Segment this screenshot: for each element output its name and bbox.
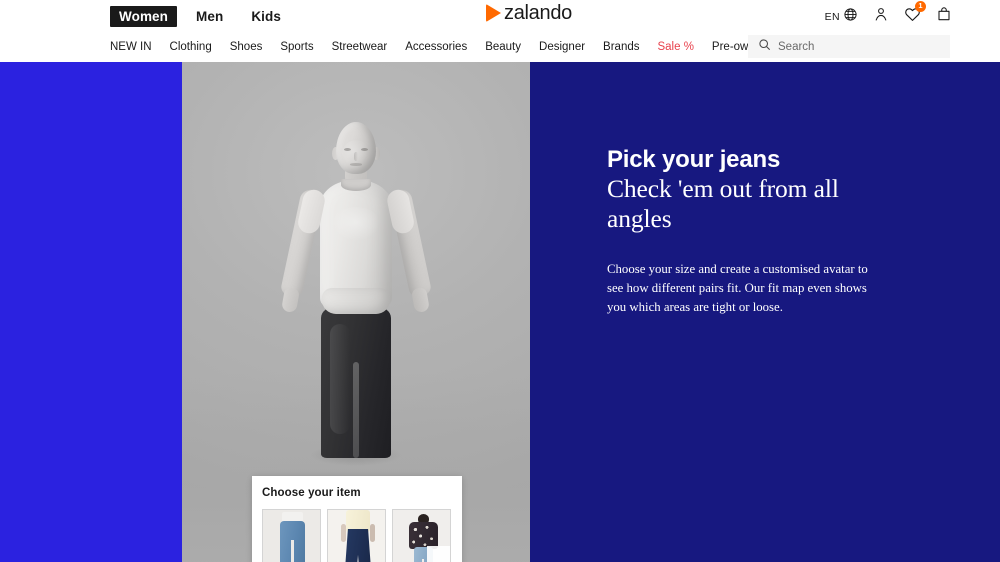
nav-item-clothing[interactable]: Clothing <box>170 41 212 54</box>
item-thumb-only <box>328 510 385 562</box>
shopping-bag-icon <box>936 6 952 27</box>
nav-item-designer[interactable]: Designer <box>539 41 585 54</box>
avatar-leg-highlight <box>330 324 350 434</box>
avatar-nose <box>354 152 358 161</box>
hero-headline-line2: Check 'em out from all angles <box>607 173 839 233</box>
item-card-vero-moda[interactable]: Vero Moda → <box>392 509 451 562</box>
gender-tab-women[interactable]: Women <box>110 5 178 28</box>
search-bar[interactable] <box>748 35 950 58</box>
language-label: EN <box>824 10 840 23</box>
nav-item-beauty[interactable]: Beauty <box>485 41 521 54</box>
avatar-shirt-hem <box>322 288 390 314</box>
choose-item-card: Choose your item Levi's® <box>252 476 462 562</box>
site-header: Women Men Kids zalando EN 1 NEW IN Cloth… <box>0 0 1000 62</box>
nav-item-streetwear[interactable]: Streetwear <box>332 41 388 54</box>
search-input[interactable] <box>778 40 928 53</box>
hero-headline-line1: Pick your jeans <box>607 146 781 173</box>
search-icon <box>758 38 771 56</box>
nav-item-accessories[interactable]: Accessories <box>405 41 467 54</box>
language-selector[interactable]: EN <box>825 7 858 27</box>
header-top-row: Women Men Kids zalando EN 1 <box>0 0 1000 33</box>
nav-item-new-in[interactable]: NEW IN <box>110 41 152 54</box>
hero-left-blue-panel <box>0 62 182 562</box>
hero-section: Pick your jeans Check 'em out from all a… <box>0 62 1000 562</box>
item-card-only[interactable]: ONLY <box>327 509 386 562</box>
category-nav: NEW IN Clothing Shoes Sports Streetwear … <box>110 33 768 62</box>
wishlist-count-badge: 1 <box>915 0 926 12</box>
hero-copy-panel: Pick your jeans Check 'em out from all a… <box>530 62 1000 562</box>
wishlist-button[interactable]: 1 <box>904 0 926 28</box>
cart-button[interactable] <box>936 6 952 27</box>
avatar-mouth <box>350 163 362 166</box>
nav-item-sports[interactable]: Sports <box>280 41 313 54</box>
header-icon-group: EN 1 <box>825 0 952 33</box>
gender-nav: Women Men Kids <box>110 0 290 33</box>
item-thumb-levis <box>263 510 320 562</box>
nav-item-sale[interactable]: Sale % <box>657 41 693 54</box>
carousel-next-arrow-icon[interactable]: → <box>427 546 450 562</box>
logo-triangle-icon <box>486 4 501 22</box>
avatar-leg-gap <box>353 362 359 458</box>
avatar-hand-left <box>281 286 300 314</box>
avatar-eye-right <box>361 148 368 151</box>
account-icon <box>873 6 889 27</box>
logo-wordmark: zalando <box>504 2 572 24</box>
hero-copy: Pick your jeans Check 'em out from all a… <box>607 147 882 316</box>
account-button[interactable] <box>873 6 889 27</box>
globe-icon <box>843 7 858 27</box>
avatar-collar <box>341 179 371 191</box>
hero-body-text: Choose your size and create a customised… <box>607 262 868 314</box>
nav-item-brands[interactable]: Brands <box>603 41 639 54</box>
gender-tab-kids[interactable]: Kids <box>242 6 290 28</box>
avatar-chest-highlight <box>332 207 380 241</box>
item-carousel: Levi's® ONLY <box>262 509 451 562</box>
item-card-levis[interactable]: Levi's® <box>262 509 321 562</box>
choose-item-title: Choose your item <box>262 487 361 499</box>
page-root: Women Men Kids zalando EN 1 NEW IN Cloth… <box>0 0 1000 562</box>
nav-item-shoes[interactable]: Shoes <box>230 41 263 54</box>
gender-tab-men[interactable]: Men <box>187 6 232 28</box>
avatar-eye-left <box>344 148 351 151</box>
zalando-logo[interactable]: zalando <box>486 3 572 23</box>
